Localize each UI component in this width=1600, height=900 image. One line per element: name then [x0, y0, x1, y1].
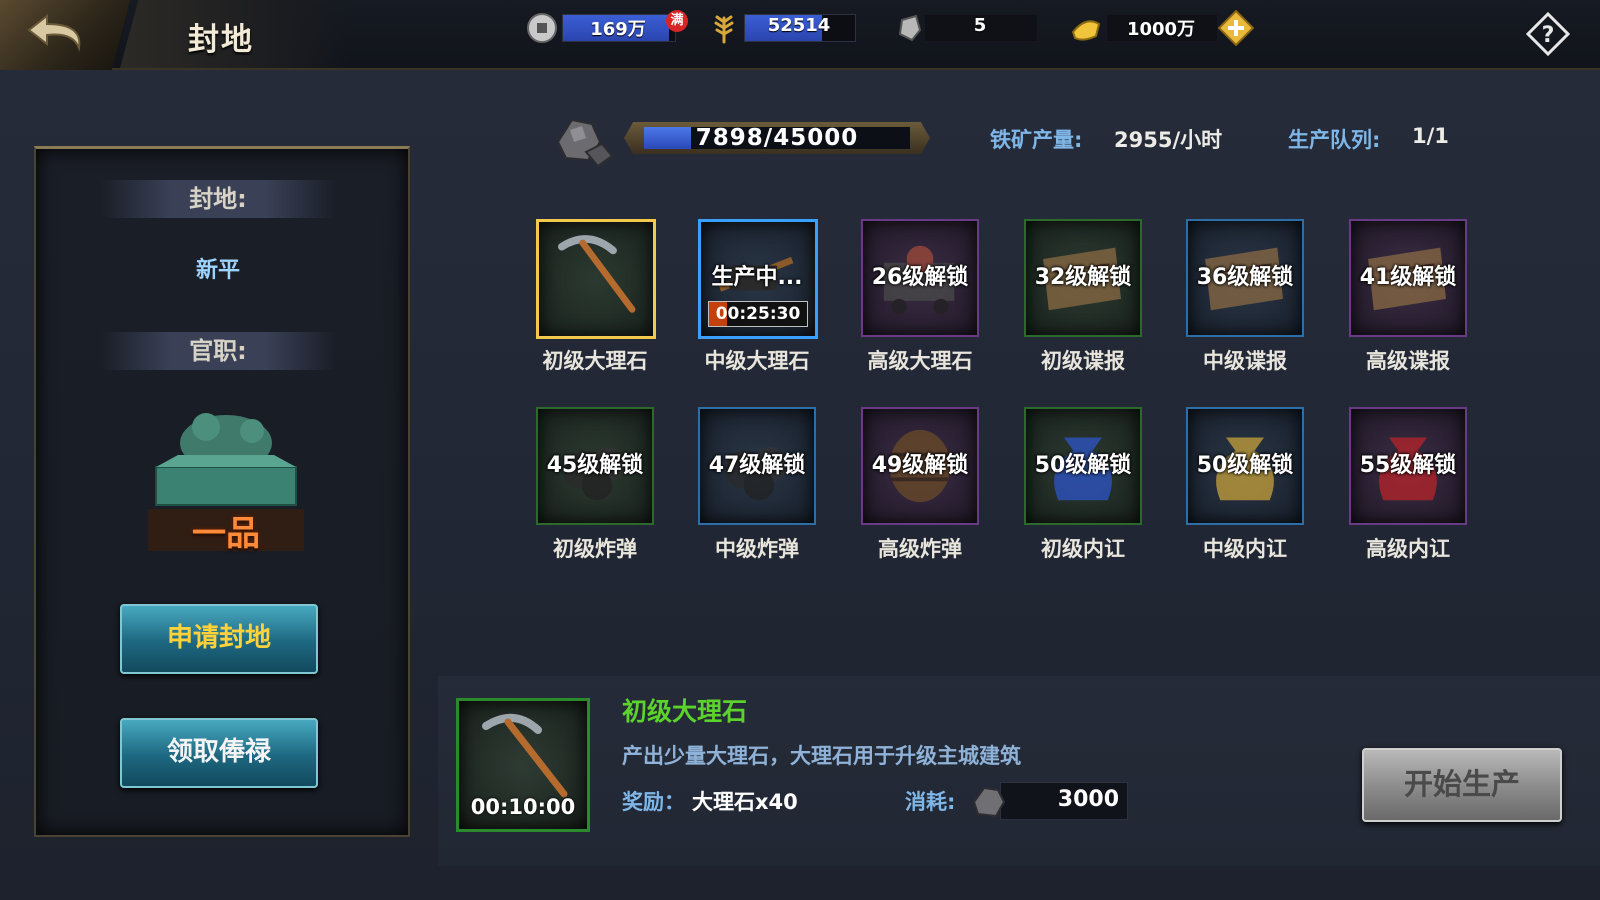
production-item-4[interactable]: 32级解锁初级谍报	[1024, 219, 1142, 373]
production-item-3[interactable]: 26级解锁高级大理石	[861, 219, 979, 373]
production-item-10[interactable]: 50级解锁初级内讧	[1024, 407, 1142, 561]
back-button[interactable]	[0, 0, 130, 70]
item-name: 中级谍报	[1203, 349, 1287, 373]
item-name: 中级内讧	[1203, 537, 1287, 561]
iron-output-label: 铁矿产量:	[990, 128, 1083, 152]
rank-label: 官职:	[100, 332, 336, 370]
iron-ore-icon	[972, 786, 1006, 818]
item-name: 初级炸弹	[553, 537, 637, 561]
detail-title: 初级大理石	[622, 697, 748, 726]
start-production-button[interactable]: 开始生产	[1362, 748, 1562, 822]
grain-value: 52514	[767, 15, 831, 36]
item-name: 中级炸弹	[715, 537, 799, 561]
item-status-text: 47级解锁	[708, 453, 806, 478]
detail-description: 产出少量大理石，大理石用于升级主城建筑	[622, 744, 1021, 768]
queue-label: 生产队列:	[1288, 128, 1381, 152]
selected-item-timer: 00:10:00	[470, 795, 576, 819]
gold-ingot-icon	[1071, 20, 1101, 41]
resource-grain: 52514	[708, 12, 858, 44]
item-name: 高级炸弹	[878, 537, 962, 561]
iron-output-value: 2955/小时	[1114, 128, 1223, 152]
pickaxe-icon	[558, 235, 636, 313]
grain-icon	[714, 15, 734, 44]
production-item-1[interactable]: 初级大理石	[536, 219, 656, 373]
production-item-9[interactable]: 49级解锁高级炸弹	[861, 407, 979, 561]
item-timer-text: 00:25:30	[715, 304, 801, 324]
full-badge: 满	[666, 10, 688, 32]
apply-fief-button[interactable]: 申请封地	[120, 604, 318, 674]
item-status-text: 32级解锁	[1034, 265, 1132, 290]
queue-value: 1/1	[1412, 124, 1449, 148]
reward-value: 大理石x40	[692, 790, 798, 814]
item-name: 初级内讧	[1041, 537, 1125, 561]
production-item-6[interactable]: 41级解锁高级谍报	[1349, 219, 1467, 373]
resource-marble: 5	[894, 12, 1044, 42]
production-item-7[interactable]: 45级解锁初级炸弹	[536, 407, 654, 561]
gold-value: 1000万	[1126, 19, 1196, 40]
item-status-text: 生产中...	[711, 265, 803, 290]
marble-value: 5	[973, 15, 987, 36]
production-item-2[interactable]: 生产中... 00:25:30 中级大理石	[698, 219, 818, 373]
fief-value: 新平	[195, 258, 240, 283]
item-status-text: 26级解锁	[871, 265, 969, 290]
item-status-text: 45级解锁	[546, 453, 644, 478]
cost-value: 3000	[1057, 787, 1119, 812]
item-status-text: 50级解锁	[1196, 453, 1294, 478]
production-item-5[interactable]: 36级解锁中级谍报	[1186, 219, 1304, 373]
item-name: 初级大理石	[542, 349, 648, 373]
item-name: 高级内讧	[1366, 537, 1450, 561]
iron-ore-icon	[556, 118, 614, 168]
item-name: 初级谍报	[1041, 349, 1125, 373]
item-name: 高级大理石	[867, 349, 973, 373]
production-item-8[interactable]: 47级解锁中级炸弹	[698, 407, 816, 561]
silver-coin-icon	[527, 13, 557, 43]
production-item-12[interactable]: 55级解锁高级内讧	[1349, 407, 1467, 561]
item-status-text: 36级解锁	[1196, 265, 1294, 290]
svg-text:?: ?	[1542, 23, 1555, 48]
fief-label: 封地:	[100, 180, 336, 218]
marble-icon	[898, 14, 922, 42]
page-title: 封地	[188, 22, 254, 58]
ore-storage-track: 7898/45000	[644, 125, 910, 151]
reward-label: 奖励：	[622, 790, 685, 814]
item-status-text: 55级解锁	[1359, 453, 1457, 478]
selected-item-slot: 00:10:00	[456, 698, 590, 832]
cost-box: 3000	[1000, 782, 1128, 820]
item-timer: 00:25:30	[708, 301, 808, 327]
add-gold-button[interactable]	[1218, 10, 1254, 46]
help-icon[interactable]: ?	[1526, 12, 1570, 56]
item-slot[interactable]	[536, 219, 656, 339]
item-status-text: 50级解锁	[1034, 453, 1132, 478]
back-arrow-icon	[27, 13, 81, 52]
item-status-text: 41级解锁	[1359, 265, 1457, 290]
resource-gold: 1000万	[1070, 12, 1220, 42]
item-status-text: 49级解锁	[871, 453, 969, 478]
rank-value: 一品	[192, 514, 260, 554]
ore-storage-bar: 7898/45000	[624, 122, 930, 154]
ore-storage-text: 7898/45000	[695, 125, 859, 151]
item-name: 中级大理石	[704, 349, 810, 373]
collect-salary-button[interactable]: 领取俸禄	[120, 718, 318, 788]
production-item-11[interactable]: 50级解锁中级内讧	[1186, 407, 1304, 561]
silver-value: 169万	[590, 19, 646, 40]
item-name: 高级谍报	[1366, 349, 1450, 373]
cost-label: 消耗:	[905, 790, 956, 814]
